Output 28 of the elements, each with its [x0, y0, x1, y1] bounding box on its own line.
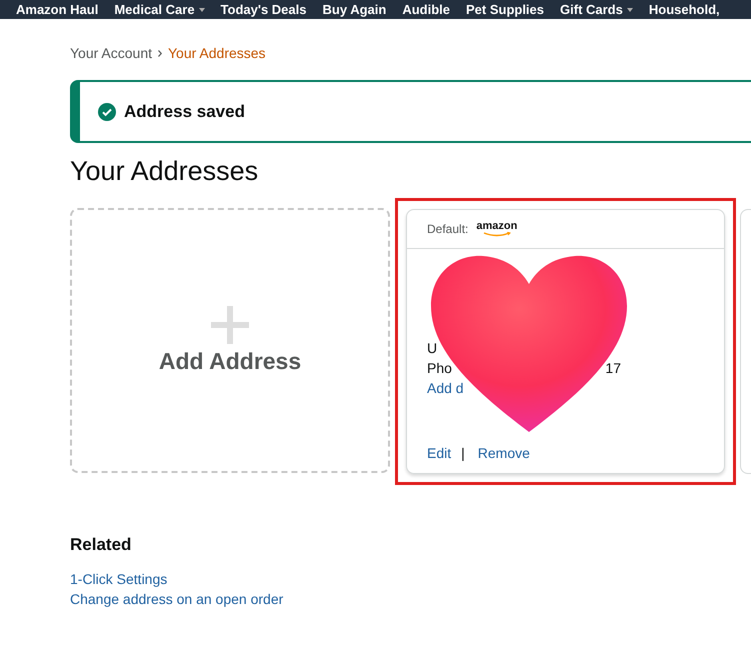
alert-message: Address saved: [124, 102, 245, 122]
breadcrumb-link[interactable]: Your Addresses: [168, 45, 266, 61]
nav-link[interactable]: Medical Care: [114, 2, 205, 19]
edit-link[interactable]: Edit: [427, 443, 452, 463]
nav-link[interactable]: Gift Cards: [560, 2, 633, 19]
delivery-link[interactable]: Add d: [427, 378, 724, 398]
remove-link[interactable]: Remove: [478, 443, 530, 463]
default-label: Default:: [427, 222, 468, 236]
nav-link[interactable]: Household,: [648, 2, 720, 19]
chevron-icon: [158, 50, 162, 56]
nav-link[interactable]: Buy Again: [322, 2, 386, 19]
phone-text: 17: [605, 359, 621, 378]
address-line: U: [427, 339, 438, 358]
related-link[interactable]: 1-Click Settings: [70, 569, 168, 589]
separator: |: [461, 444, 465, 463]
nav-link[interactable]: Pet Supplies: [466, 2, 544, 19]
amazon-logo: amazon: [476, 221, 518, 237]
nav-link[interactable]: Amazon Haul: [16, 2, 98, 19]
plus-icon: [211, 306, 249, 344]
phone-text: Pho: [427, 359, 452, 378]
section-title: Related: [70, 535, 132, 555]
related-link[interactable]: Change address on an open order: [70, 589, 284, 609]
nav-link[interactable]: Today's Deals: [220, 2, 306, 19]
add-address-card[interactable]: Add Address: [70, 208, 390, 473]
check-circle-icon: [98, 102, 116, 120]
breadcrumb-link[interactable]: Your Account: [70, 45, 152, 61]
page-title: Your Addresses: [70, 155, 260, 187]
nav-link[interactable]: Audible: [402, 2, 450, 19]
